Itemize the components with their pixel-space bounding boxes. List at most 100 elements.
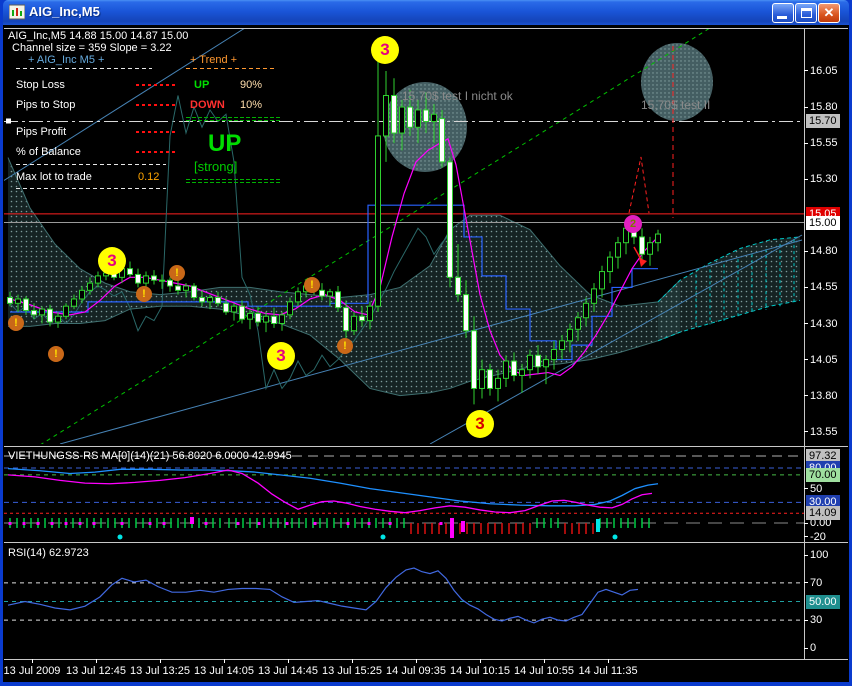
candle-body [272,316,277,323]
price-axis-label: 15.55 [810,137,838,149]
candle-body [600,272,605,289]
time-axis-tick [288,659,289,663]
candle-body [608,257,613,271]
alert-marker[interactable]: ! [337,338,353,354]
number-marker[interactable]: 3 [267,342,295,370]
time-axis-tick [96,659,97,663]
minimize-button[interactable] [772,3,794,23]
rsi-axis-tick [804,555,808,556]
price-axis-label: 14.55 [810,281,838,293]
maximize-button[interactable] [795,3,817,23]
price-axis-tick [804,359,808,360]
max-lot-label: Max lot to trade [16,171,92,183]
splitter-1[interactable] [4,446,848,447]
price-axis-label: 16.05 [810,65,838,77]
alert-marker[interactable]: ! [48,346,64,362]
close-button[interactable]: ✕ [818,3,840,23]
number-marker[interactable]: 3 [98,247,126,275]
hist-dot [79,522,82,525]
indicator2-canvas[interactable] [4,544,804,658]
hist-dot [389,522,392,525]
alert-marker[interactable]: ! [8,315,24,331]
candle-body [472,331,477,389]
signal-separator [186,179,280,183]
max-lot-value: 0.12 [138,171,159,183]
window-title: AIG_Inc,M5 [29,4,100,19]
time-axis-tick [608,659,609,663]
candle-body [616,243,621,257]
rsi-axis-label: 0 [810,642,816,654]
hist-dot [9,522,12,525]
splitter-2[interactable] [4,542,848,543]
candle-body [32,311,37,315]
candle-body [40,309,45,315]
line-handle [6,118,11,123]
red-zigzag [629,157,649,213]
price-axis-tick [804,107,808,108]
time-axis-tick [416,659,417,663]
hist-dot [440,522,443,525]
hist-dot [37,522,40,525]
candle-body [416,110,421,127]
rsi-axis-label: 70 [810,577,822,589]
time-axis-label: 14 Jul 11:35 [568,665,648,677]
number-marker[interactable]: 2 [624,215,642,233]
number-marker[interactable]: 3 [371,36,399,64]
hist-dot [368,522,371,525]
chart-annotation[interactable]: 15,70$ test II [641,98,710,112]
candle-body [336,292,341,308]
rsi-line [8,568,638,623]
rsi-axis-tick [804,620,808,621]
indicator1-axis-tag: 70.00 [806,468,840,482]
candle-body [224,303,229,312]
candle-body [72,299,77,306]
alert-marker[interactable]: ! [169,265,185,281]
candle-body [648,243,653,255]
hist-dot [314,522,317,525]
titlebar[interactable]: AIG_Inc,M5 ✕ [3,0,849,25]
candle-body [184,286,189,290]
time-axis-tick [224,659,225,663]
close-icon: ✕ [819,5,839,21]
candle-body [208,298,213,302]
candle-body [488,370,493,389]
candle-body [144,276,149,283]
panel-row-balance: % of Balance [16,146,81,158]
candle-body [424,110,429,122]
time-axis-tick [544,659,545,663]
candle-body [88,283,93,290]
price-tag: 15.70 [806,114,840,128]
indicator2-label: RSI(14) 62.9723 [8,547,89,559]
time-axis-tick [32,659,33,663]
candle-body [24,299,29,311]
price-axis-tick [804,251,808,252]
panel-separator [16,164,166,165]
channel-readout: Channel size = 359 Slope = 3.22 [12,42,172,54]
candle-body [568,329,573,341]
candle-body [360,316,365,320]
balance-value-dashes [136,151,176,153]
number-marker[interactable]: 3 [466,410,494,438]
candle-body [384,96,389,136]
trend-separator [186,68,274,69]
alert-marker[interactable]: ! [136,286,152,302]
price-axis-tick [804,323,808,324]
candle-body [480,370,485,389]
candle-body [512,361,517,375]
price-axis-label: 14.30 [810,318,838,330]
price-axis-tick [804,395,808,396]
indicator1-axis-tick [804,523,808,524]
candle-body [160,280,165,281]
time-axis-tick [480,659,481,663]
hist-dot [149,522,152,525]
candle-body [288,302,293,315]
panel-row-stop-loss: Stop Loss [16,79,65,91]
senkou-a [8,158,680,307]
candle-body [392,96,397,134]
candle-body [448,162,453,277]
alert-marker[interactable]: ! [304,277,320,293]
candle-body [352,316,357,330]
chart-annotation[interactable]: 15,70$ test I nicht ok [402,89,513,103]
price-axis-label: 14.05 [810,354,838,366]
indicator1-axis-tick [804,536,808,537]
